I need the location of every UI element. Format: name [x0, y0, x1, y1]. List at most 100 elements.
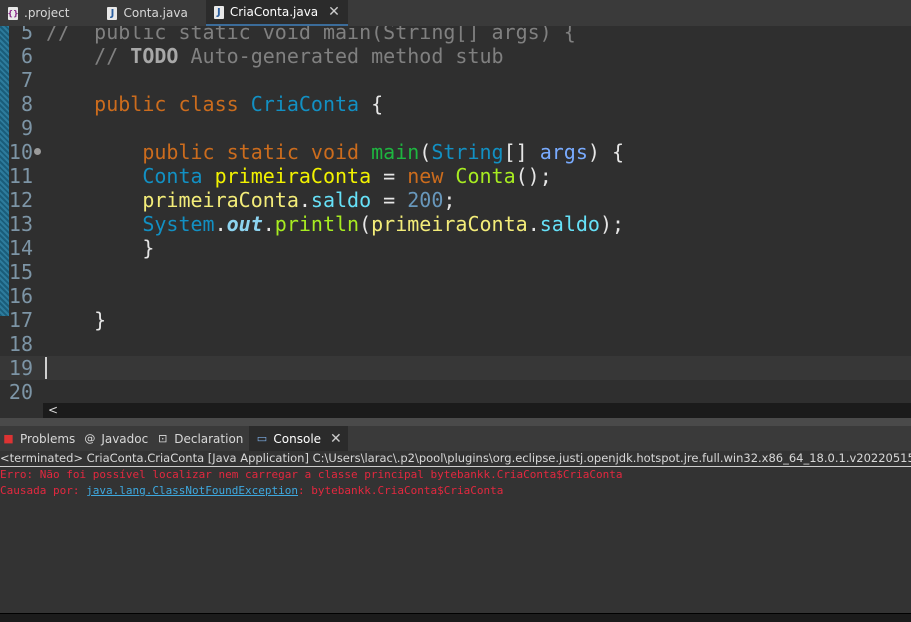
code-line[interactable]: 5 // public static void main(String[] arg…: [0, 26, 911, 44]
code-line[interactable]: 16: [0, 284, 911, 308]
code-token-local: primeiraConta: [142, 188, 299, 212]
code-line[interactable]: 20: [0, 380, 911, 403]
code-token-call: println: [274, 212, 360, 236]
java-file-icon: J: [213, 5, 224, 19]
code-editor[interactable]: 5 // public static void main(String[] arg…: [0, 26, 911, 403]
code-token-plain: .: [527, 212, 540, 236]
code-line[interactable]: 8 public class CriaConta {: [0, 92, 911, 116]
code-token-comment: Auto-generated method stub: [178, 44, 504, 68]
code-line[interactable]: 13 System.out.println(primeiraConta.sald…: [0, 212, 911, 236]
code-token-param: args: [539, 140, 588, 164]
editor-tab-criaconta-java[interactable]: J CriaConta.java ✕: [205, 0, 348, 26]
code-text: }: [46, 236, 154, 260]
code-token-field: saldo: [310, 188, 372, 212]
code-text: primeiraConta.saldo = 200;: [46, 188, 455, 212]
code-token-field: saldo: [539, 212, 600, 236]
code-token-plain: (: [359, 212, 372, 236]
code-token-comment: // public static void main(String[] args…: [46, 26, 576, 44]
scroll-left-icon[interactable]: <: [48, 403, 58, 417]
code-line[interactable]: 10 public static void main(String[] args…: [0, 140, 911, 164]
code-token-plain: =: [371, 188, 408, 212]
text-cursor: [45, 357, 47, 379]
line-number: 5: [20, 26, 33, 44]
line-number: 6: [20, 44, 33, 68]
tab-label: Javadoc: [101, 431, 149, 446]
code-text: public static void main(String[] args) {: [46, 140, 624, 164]
code-token-plain: {: [359, 92, 384, 116]
line-number: 12: [8, 188, 33, 212]
console-icon: ▭: [256, 432, 268, 445]
code-line[interactable]: 9: [0, 116, 911, 140]
tab-label: .project: [24, 6, 70, 20]
code-token-plain: []: [503, 140, 540, 164]
code-line[interactable]: 18: [0, 332, 911, 356]
code-token-plain: .: [298, 188, 311, 212]
code-token-plain: =: [371, 164, 408, 188]
code-token-static: out: [226, 212, 263, 236]
code-line[interactable]: 15: [0, 260, 911, 284]
editor-tab-bar: {} .project J Conta.java J CriaConta.java ✕: [0, 0, 911, 26]
code-line[interactable]: 11 Conta primeiraConta = new Conta();: [0, 164, 911, 188]
code-token-plain: ();: [515, 164, 552, 188]
code-line[interactable]: 14 }: [0, 236, 911, 260]
cause-suffix: : bytebankk.CriaConta$CriaConta: [298, 484, 504, 497]
code-line[interactable]: 7: [0, 68, 911, 92]
fold-collapse-icon[interactable]: [34, 148, 41, 155]
console-view[interactable]: <terminated> CriaConta.CriaConta [Java A…: [0, 451, 911, 613]
panel-divider[interactable]: [0, 418, 911, 426]
console-launch-info: <terminated> CriaConta.CriaConta [Java A…: [0, 451, 911, 467]
console-cause-line: Causada por: java.lang.ClassNotFoundExce…: [0, 483, 911, 499]
code-token-decl: primeiraConta: [214, 164, 372, 188]
cause-prefix: Causada por:: [0, 484, 87, 497]
code-text: System.out.println(primeiraConta.saldo);: [46, 212, 624, 236]
line-number: 14: [8, 236, 33, 260]
tab-console[interactable]: ▭ Console ✕: [249, 426, 348, 451]
code-token-comment: //: [46, 44, 131, 68]
horizontal-scrollbar[interactable]: <: [43, 403, 911, 418]
console-horizontal-scrollbar[interactable]: [0, 613, 911, 622]
close-icon[interactable]: ✕: [328, 4, 340, 20]
exception-link[interactable]: java.lang.ClassNotFoundException: [86, 484, 298, 497]
tab-label: Console: [273, 431, 322, 446]
code-token-type: System: [142, 212, 215, 236]
tab-declaration[interactable]: ⊡ Declaration: [154, 426, 249, 451]
tab-label: Conta.java: [123, 6, 188, 20]
code-token-num: 200: [407, 188, 444, 212]
code-token-type: Conta: [142, 164, 215, 188]
code-token-plain: .: [214, 212, 227, 236]
close-icon[interactable]: ✕: [330, 431, 342, 447]
console-tab-bar: ■ Problems @ Javadoc ⊡ Declaration ▭ Console ✕: [0, 426, 911, 451]
line-number: 20: [8, 380, 33, 403]
line-number: 16: [8, 284, 33, 308]
line-number: 19: [8, 356, 33, 380]
code-text: // TODO Auto-generated method stub: [46, 44, 504, 68]
xml-file-icon: {}: [7, 6, 19, 20]
tab-label: CriaConta.java: [229, 5, 319, 19]
code-token-local: primeiraConta: [371, 212, 528, 236]
code-token-kw: public static void: [142, 140, 372, 164]
java-file-icon: J: [107, 6, 118, 20]
code-text: // public static void main(String[] args…: [46, 26, 576, 44]
code-token-plain: ) {: [587, 140, 624, 164]
problems-icon: ■: [3, 432, 14, 445]
code-token-type: String: [431, 140, 504, 164]
code-line[interactable]: 17 }: [0, 308, 911, 332]
tab-problems[interactable]: ■ Problems: [0, 426, 81, 451]
line-number: 18: [8, 332, 33, 356]
code-line[interactable]: 12 primeiraConta.saldo = 200;: [0, 188, 911, 212]
code-text: Conta primeiraConta = new Conta();: [46, 164, 552, 188]
code-token-plain: (: [419, 140, 432, 164]
tab-javadoc[interactable]: @ Javadoc: [81, 426, 154, 451]
javadoc-icon: @: [84, 432, 96, 445]
code-line[interactable]: 6 // TODO Auto-generated method stub: [0, 44, 911, 68]
console-error-line: Erro: Não foi possível localizar nem car…: [0, 468, 623, 481]
code-token-kw: public class: [94, 92, 251, 116]
code-line[interactable]: 19: [0, 356, 911, 380]
editor-tab-project[interactable]: {} .project: [0, 0, 77, 26]
editor-tab-conta-java[interactable]: J Conta.java: [99, 0, 195, 26]
